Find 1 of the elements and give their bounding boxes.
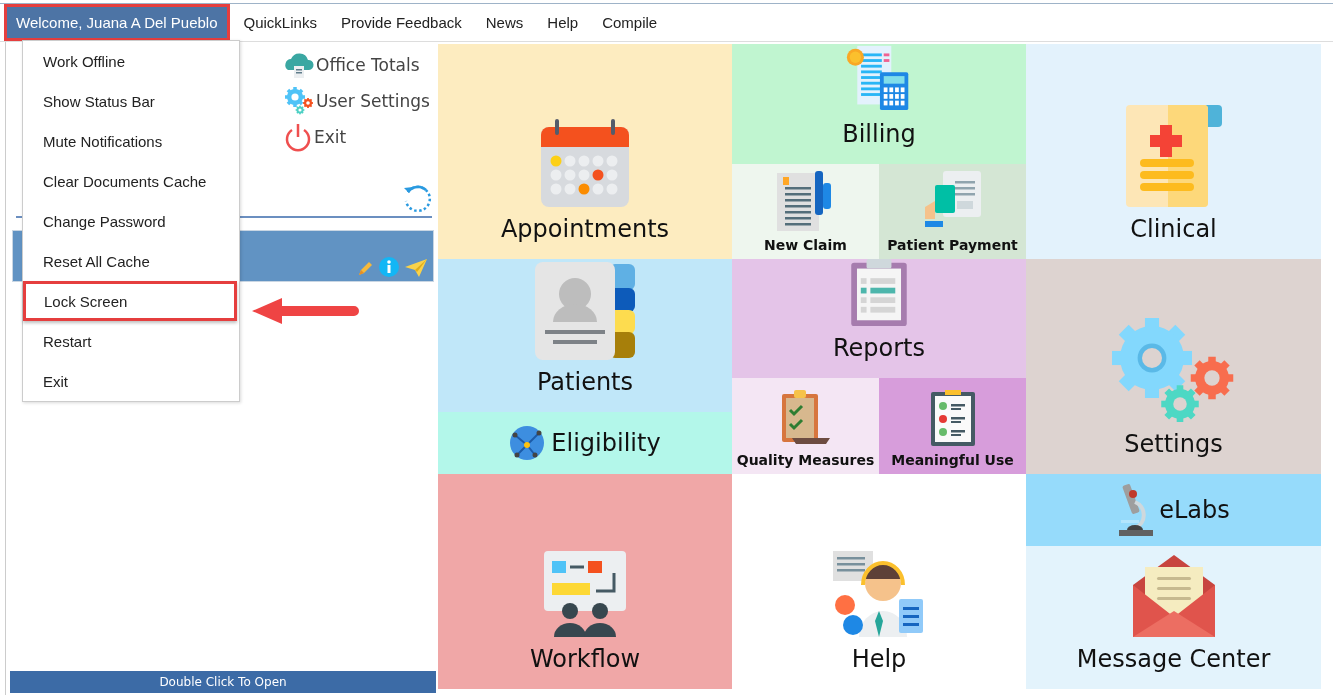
status-bar: Double Click To Open (10, 671, 436, 693)
